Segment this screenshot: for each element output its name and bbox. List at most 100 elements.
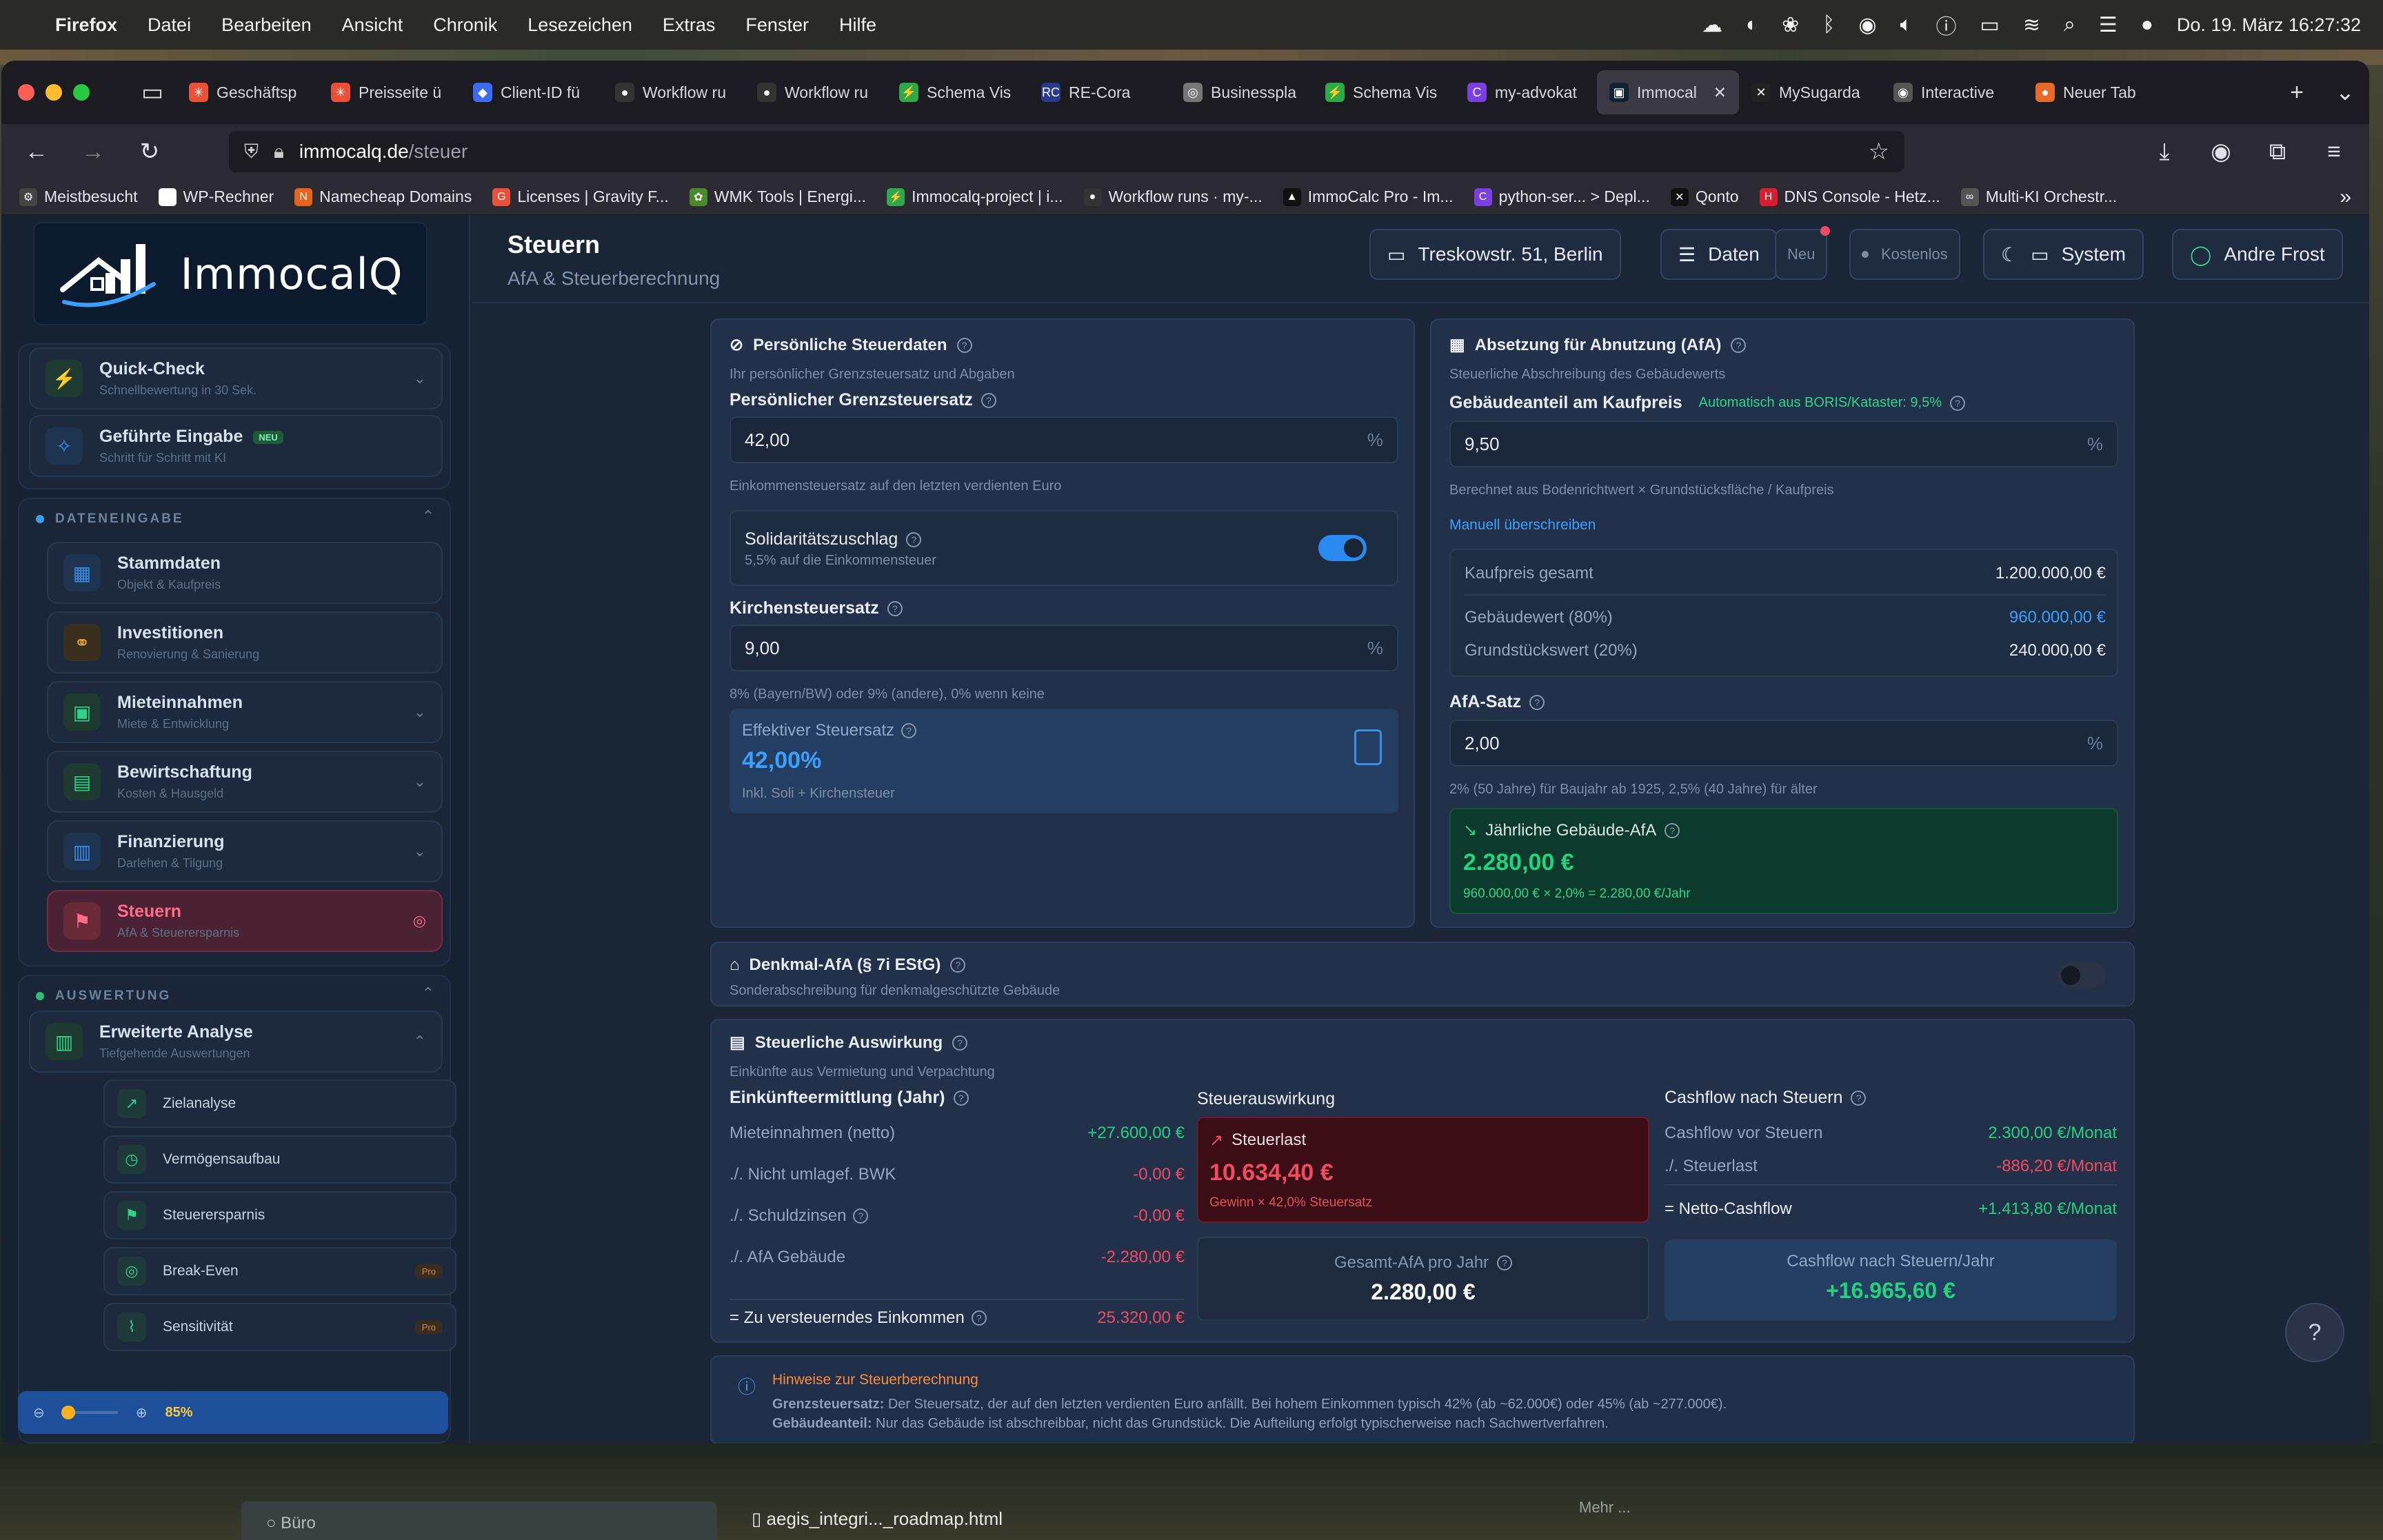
- manual-override-link[interactable]: Manuell überschreiben: [1449, 517, 1596, 534]
- chevron-down-icon[interactable]: ⌄: [414, 773, 426, 791]
- download-icon[interactable]: ⤓: [2146, 139, 2183, 165]
- sidebar-item-mieteinnahmen[interactable]: ▣ Mieteinnahmen Miete & Entwicklung ⌄: [47, 681, 443, 743]
- menu-extras[interactable]: Extras: [663, 14, 716, 36]
- chevron-up-icon[interactable]: ⌃: [422, 984, 434, 1002]
- browser-tab[interactable]: ⚡ Schema Vis: [1313, 70, 1455, 114]
- help-icon[interactable]: ?: [887, 600, 903, 616]
- zoom-out-icon[interactable]: ⊖: [33, 1404, 45, 1421]
- chevron-down-icon[interactable]: ⌄: [414, 842, 426, 860]
- data-button[interactable]: ☰ Daten: [1660, 229, 1778, 280]
- battery-icon[interactable]: ▭: [1980, 13, 2000, 37]
- bookmark-item[interactable]: WP-Rechner: [158, 188, 274, 206]
- bookmark-item[interactable]: H DNS Console - Hetz...: [1759, 188, 1940, 206]
- bookmark-item[interactable]: ● Workflow runs · my-...: [1083, 188, 1263, 206]
- browser-tab[interactable]: ◆ Client-ID fü: [461, 70, 603, 114]
- sidebar-subitem-2[interactable]: ⚑ Steuerersparnis: [103, 1191, 456, 1239]
- zoom-in-icon[interactable]: ⊕: [136, 1404, 148, 1421]
- help-icon[interactable]: ?: [953, 1090, 969, 1106]
- help-icon[interactable]: ?: [1497, 1255, 1513, 1270]
- sidebar-item-quick-check[interactable]: ⚡ Quick-Check Schnellbewertung in 30 Sek.…: [29, 347, 443, 409]
- menu-chronik[interactable]: Chronik: [433, 14, 497, 36]
- siri-icon[interactable]: ●: [2141, 13, 2153, 37]
- help-icon[interactable]: ?: [906, 531, 922, 547]
- menu-hilfe[interactable]: Hilfe: [839, 14, 876, 36]
- user-icon[interactable]: ◉: [1858, 13, 1876, 37]
- sidebar-item-guided-input[interactable]: ✧ Geführte Eingabe NEU Schritt für Schrit…: [29, 415, 443, 477]
- theme-toggle[interactable]: ☾ ▭ System: [1983, 229, 2144, 280]
- dock-file-item[interactable]: ▯ aegis_integri..._roadmap.html: [752, 1508, 1003, 1530]
- browser-tab[interactable]: ● Neuer Tab: [2023, 70, 2165, 114]
- forward-button[interactable]: →: [74, 139, 112, 165]
- bluetooth-icon[interactable]: ᛒ: [1822, 13, 1835, 37]
- browser-tab[interactable]: ◎ Businesspla: [1171, 70, 1313, 114]
- sync-icon[interactable]: ❀: [1782, 13, 1799, 37]
- wifi-icon[interactable]: ≋: [2023, 13, 2040, 37]
- lock-icon[interactable]: 🔒︎: [274, 141, 284, 163]
- bookmark-item[interactable]: G Licenses | Gravity F...: [492, 188, 669, 206]
- menu-datei[interactable]: Datei: [148, 14, 191, 36]
- new-button[interactable]: Neu: [1775, 226, 1831, 280]
- bookmark-item[interactable]: N Namecheap Domains: [294, 188, 472, 206]
- browser-tab[interactable]: ● Workflow ru: [745, 70, 887, 114]
- help-icon[interactable]: ?: [1529, 694, 1545, 710]
- bookmark-star-icon[interactable]: ☆: [1869, 138, 1889, 165]
- afa-rate-input[interactable]: 2,00%: [1449, 720, 2118, 767]
- app-logo[interactable]: ImmocalQ: [34, 223, 426, 324]
- chevron-up-icon[interactable]: ⌃: [414, 1033, 426, 1051]
- tab-overview-icon[interactable]: ▭: [128, 79, 177, 106]
- vpn-icon[interactable]: ◐: [1746, 13, 1758, 37]
- background-window[interactable]: ○ Büro: [241, 1501, 717, 1540]
- section-label-dateneingabe[interactable]: DATENEINGABE: [36, 511, 184, 527]
- help-icon[interactable]: ?: [1851, 1090, 1867, 1106]
- bookmark-item[interactable]: ⚡ Immocalq-project | i...: [887, 188, 1063, 206]
- sidebar-subitem-1[interactable]: ◷ Vermögensaufbau: [103, 1135, 456, 1184]
- chevron-down-icon[interactable]: ⌄: [414, 703, 426, 721]
- sidebar-subitem-4[interactable]: ⌇ Sensitivität Pro: [103, 1303, 456, 1351]
- help-icon[interactable]: ?: [1731, 337, 1747, 353]
- bookmark-item[interactable]: ∞ Multi-KI Orchestr...: [1960, 188, 2117, 206]
- building-share-input[interactable]: 9,50%: [1449, 421, 2118, 467]
- sidebar-subitem-0[interactable]: ↗ Zielanalyse: [103, 1080, 456, 1128]
- sidebar-item-stammdaten[interactable]: ▦ Stammdaten Objekt & Kaufpreis: [47, 542, 443, 604]
- clock[interactable]: Do. 19. März 16:27:32: [2177, 14, 2361, 36]
- denkmal-toggle[interactable]: [2058, 962, 2106, 989]
- url-bar[interactable]: ⛨ 🔒︎ immocalq.de/steuer ☆: [229, 131, 1904, 172]
- zoom-window-button[interactable]: [73, 84, 90, 101]
- help-icon[interactable]: ?: [971, 1310, 987, 1326]
- volume-icon[interactable]: 🔈︎: [1900, 13, 1913, 37]
- sidebar-item-finanzierung[interactable]: ▥ Finanzierung Darlehen & Tilgung ⌄: [47, 820, 443, 882]
- bookmark-item[interactable]: ✿ WMK Tools | Energi...: [689, 188, 866, 206]
- browser-tab[interactable]: ▣ Immocal ✕: [1597, 70, 1739, 114]
- browser-tab[interactable]: ⚡ Schema Vis: [887, 70, 1029, 114]
- zoom-slider[interactable]: [61, 1406, 118, 1419]
- menu-bearbeiten[interactable]: Bearbeiten: [221, 14, 312, 36]
- soli-toggle[interactable]: [1318, 535, 1367, 561]
- browser-tab[interactable]: ✳ Geschäftsp: [177, 70, 319, 114]
- menu-lesezeichen[interactable]: Lesezeichen: [527, 14, 632, 36]
- menu-ansicht[interactable]: Ansicht: [342, 14, 403, 36]
- help-icon[interactable]: ?: [1950, 395, 1965, 411]
- church-tax-input[interactable]: 9,00%: [730, 625, 1398, 671]
- close-window-button[interactable]: [18, 84, 34, 101]
- user-button[interactable]: ◯ Andre Frost: [2172, 229, 2343, 280]
- browser-tab[interactable]: ✳ Preisseite ü: [319, 70, 461, 114]
- help-icon[interactable]: ?: [952, 1035, 968, 1051]
- close-tab-icon[interactable]: ✕: [1713, 83, 1727, 102]
- spotlight-icon[interactable]: ⌕: [2064, 13, 2075, 37]
- elephant-icon[interactable]: ☁: [1702, 13, 1722, 37]
- sidebar-item-investitionen[interactable]: ⚭ Investitionen Renovierung & Sanierung: [47, 611, 443, 673]
- shield-icon[interactable]: ⛨: [244, 141, 259, 163]
- help-icon[interactable]: ?: [950, 958, 966, 973]
- bookmark-item[interactable]: Cpython-ser... > Depl...: [1474, 188, 1650, 206]
- minimize-window-button[interactable]: [46, 84, 62, 101]
- bookmark-item[interactable]: ⚙ Meistbesucht: [19, 188, 138, 206]
- accessibility-icon[interactable]: ⓘ: [1936, 10, 1957, 40]
- extensions-icon[interactable]: ⧉: [2259, 139, 2296, 165]
- help-icon[interactable]: ?: [853, 1208, 869, 1224]
- browser-tab[interactable]: Cmy-advokat: [1455, 70, 1597, 114]
- section-label-auswertung[interactable]: AUSWERTUNG: [36, 989, 171, 1004]
- new-tab-button[interactable]: +: [2273, 79, 2321, 106]
- app-menu[interactable]: Firefox: [55, 14, 117, 36]
- bookmarks-overflow-icon[interactable]: »: [2340, 185, 2351, 209]
- control-center-icon[interactable]: ☰: [2099, 13, 2118, 37]
